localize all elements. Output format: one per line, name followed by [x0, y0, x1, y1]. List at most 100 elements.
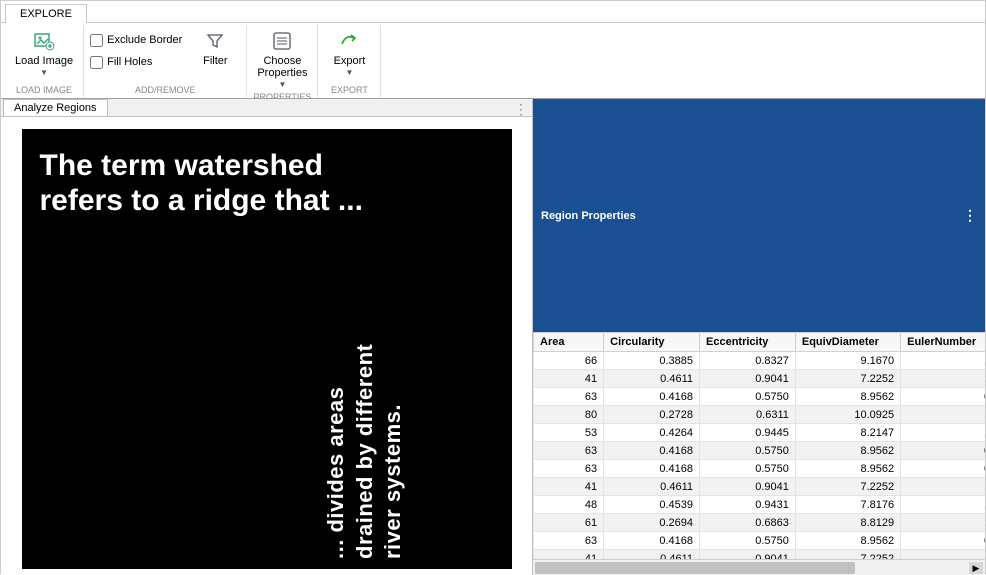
table-row[interactable]: 530.42640.94458.21471	[534, 424, 986, 442]
table-cell: 0.9041	[700, 478, 796, 496]
table-cell: 0.4539	[604, 496, 700, 514]
table-cell: 0.8327	[700, 352, 796, 370]
table-row[interactable]: 630.41680.57508.95620	[534, 460, 986, 478]
table-row[interactable]: 660.38850.83279.16701	[534, 352, 986, 370]
table-cell: 0.9431	[700, 496, 796, 514]
panel-menu-icon[interactable]: ⋮	[963, 207, 977, 224]
region-properties-panel: Region Properties ⋮ AreaCircularityEccen…	[533, 99, 985, 575]
image-text-top: The term watershed refers to a ridge tha…	[40, 149, 363, 218]
table-cell: 1	[901, 406, 985, 424]
binary-text-image: The term watershed refers to a ridge tha…	[22, 129, 512, 569]
table-cell: 0.4168	[604, 388, 700, 406]
table-cell: 8.9562	[795, 442, 900, 460]
table-row[interactable]: 610.26940.68638.81291	[534, 514, 986, 532]
scroll-right-button[interactable]: ▶	[969, 562, 983, 574]
column-header[interactable]: EulerNumber	[901, 333, 985, 352]
table-cell: 0.5750	[700, 388, 796, 406]
table-cell: 53	[534, 424, 604, 442]
table-cell: 0.2728	[604, 406, 700, 424]
choose-properties-button[interactable]: Choose Properties ▼	[253, 27, 311, 91]
table-row[interactable]: 630.41680.57508.95620	[534, 388, 986, 406]
exclude-border-input[interactable]	[90, 34, 103, 47]
table-cell: 1	[901, 514, 985, 532]
tab-explore[interactable]: EXPLORE	[5, 4, 87, 23]
table-cell: 9.1670	[795, 352, 900, 370]
list-icon	[270, 29, 294, 53]
table-cell: 8.9562	[795, 388, 900, 406]
ribbon-group-label: EXPORT	[324, 84, 374, 96]
table-cell: 0.4611	[604, 370, 700, 388]
main-splitter: Analyze Regions ⋮ The term watershed ref…	[1, 99, 985, 575]
exclude-border-label: Exclude Border	[107, 34, 182, 46]
region-properties-table-wrap[interactable]: AreaCircularityEccentricityEquivDiameter…	[533, 332, 985, 559]
exclude-border-checkbox[interactable]: Exclude Border	[90, 31, 182, 49]
table-cell: 63	[534, 388, 604, 406]
table-row[interactable]: 410.46110.90417.22521	[534, 478, 986, 496]
table-cell: 1	[901, 496, 985, 514]
table-cell: 66	[534, 352, 604, 370]
table-cell: 0.6863	[700, 514, 796, 532]
table-cell: 0.4611	[604, 478, 700, 496]
horizontal-scrollbar[interactable]: ▶	[533, 559, 985, 575]
table-cell: 0	[901, 442, 985, 460]
table-cell: 0.4611	[604, 550, 700, 560]
table-cell: 0.6311	[700, 406, 796, 424]
column-header[interactable]: Circularity	[604, 333, 700, 352]
table-cell: 0.5750	[700, 532, 796, 550]
filter-icon	[203, 29, 227, 53]
table-cell: 7.2252	[795, 478, 900, 496]
table-cell: 1	[901, 352, 985, 370]
fill-holes-input[interactable]	[90, 56, 103, 69]
table-cell: 1	[901, 478, 985, 496]
table-cell: 0.2694	[604, 514, 700, 532]
table-row[interactable]: 630.41680.57508.95620	[534, 532, 986, 550]
ribbon-group-properties: Choose Properties ▼ PROPERTIES	[247, 25, 318, 98]
ribbon-group-export: Export ▼ EXPORT	[318, 25, 381, 98]
column-header[interactable]: EquivDiameter	[795, 333, 900, 352]
panel-title-text: Region Properties	[541, 210, 636, 222]
table-row[interactable]: 410.46110.90417.22521	[534, 550, 986, 560]
export-button[interactable]: Export ▼	[324, 27, 374, 79]
filter-label: Filter	[203, 55, 227, 67]
image-text-rotated: ... divides areas drained by different r…	[322, 344, 408, 559]
panel-menu-icon[interactable]: ⋮	[514, 101, 528, 118]
table-cell: 0.5750	[700, 442, 796, 460]
scrollbar-thumb[interactable]	[535, 562, 855, 574]
table-cell: 63	[534, 460, 604, 478]
panel-tabbar: Analyze Regions ⋮	[1, 99, 532, 117]
fill-holes-checkbox[interactable]: Fill Holes	[90, 53, 182, 71]
table-cell: 0	[901, 532, 985, 550]
ribbon-group-load-image: Load Image ▼ LOAD IMAGE	[5, 25, 84, 98]
dropdown-caret-icon: ▼	[278, 81, 286, 89]
column-header[interactable]: Eccentricity	[700, 333, 796, 352]
table-cell: 0.9041	[700, 370, 796, 388]
table-row[interactable]: 480.45390.94317.81761	[534, 496, 986, 514]
table-cell: 10.0925	[795, 406, 900, 424]
filter-button[interactable]: Filter	[190, 27, 240, 69]
fill-holes-label: Fill Holes	[107, 56, 152, 68]
table-cell: 0.4168	[604, 460, 700, 478]
column-header[interactable]: Area	[534, 333, 604, 352]
analyze-regions-tab[interactable]: Analyze Regions	[3, 99, 108, 116]
load-image-button[interactable]: Load Image ▼	[11, 27, 77, 79]
table-cell: 7.2252	[795, 550, 900, 560]
ribbon-group-add-remove: Exclude Border Fill Holes Filter ADD/REM…	[84, 25, 247, 98]
region-properties-title: Region Properties ⋮	[533, 99, 985, 332]
image-plus-icon	[32, 29, 56, 53]
image-canvas[interactable]: The term watershed refers to a ridge tha…	[1, 117, 532, 575]
export-arrow-icon	[337, 29, 361, 53]
table-cell: 0.9445	[700, 424, 796, 442]
table-cell: 48	[534, 496, 604, 514]
choose-properties-label: Choose Properties	[257, 55, 307, 79]
table-cell: 0	[901, 388, 985, 406]
table-row[interactable]: 630.41680.57508.95620	[534, 442, 986, 460]
dropdown-caret-icon: ▼	[346, 69, 354, 77]
dropdown-caret-icon: ▼	[40, 69, 48, 77]
table-cell: 61	[534, 514, 604, 532]
ribbon-tabstrip: EXPLORE	[1, 1, 985, 23]
table-row[interactable]: 410.46110.90417.22521	[534, 370, 986, 388]
table-cell: 41	[534, 550, 604, 560]
table-cell: 0.9041	[700, 550, 796, 560]
table-row[interactable]: 800.27280.631110.09251	[534, 406, 986, 424]
table-cell: 0.4264	[604, 424, 700, 442]
